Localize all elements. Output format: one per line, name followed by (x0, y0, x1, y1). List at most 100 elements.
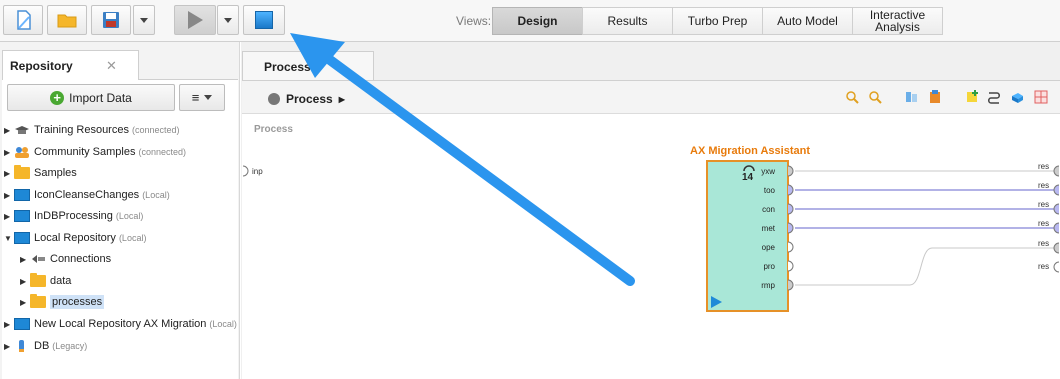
tree-item-status: (Local) (209, 319, 237, 329)
open-button[interactable] (47, 5, 87, 35)
tab-turbo-prep[interactable]: Turbo Prep (672, 7, 763, 35)
operator-output-ports[interactable] (787, 164, 797, 304)
process-tab[interactable]: Process (242, 51, 374, 81)
breadcrumb[interactable]: Process ▶ (268, 92, 345, 106)
tree-item-connections[interactable]: ▶ Connections (20, 250, 111, 268)
repository-menu-button[interactable]: ≡ (179, 84, 225, 111)
connections-layer (795, 170, 1054, 286)
operator-ax-migration-assistant[interactable]: 14 yxw too con met ope pro rmp (706, 160, 789, 312)
monitor-icon (14, 232, 30, 244)
play-icon (711, 296, 722, 308)
folder-icon (30, 294, 46, 308)
tree-item-status: (connected) (131, 125, 180, 135)
expand-arrow-icon[interactable]: ▶ (20, 298, 30, 307)
operator-title: AX Migration Assistant (690, 145, 810, 157)
operator-port-label: rmp (761, 281, 775, 290)
tree-item-status: (Local) (118, 233, 147, 243)
folder-icon (14, 165, 30, 179)
tree-item-data[interactable]: ▶ data (20, 272, 71, 290)
tree-item-status: (connected) (138, 147, 187, 157)
fit-icon[interactable] (904, 90, 918, 104)
operator-port-label: pro (763, 262, 775, 271)
tab-interactive-analysis[interactable]: Interactive Analysis (852, 7, 943, 35)
repository-tab-label: Repository (10, 59, 73, 73)
operator-port-label: yxw (761, 167, 775, 176)
save-dropdown-button[interactable] (133, 5, 155, 35)
tree-item-label: Local Repository (34, 232, 116, 244)
tree-item-db[interactable]: ▶ DB (Legacy) (4, 337, 87, 355)
tree-item-label: DB (34, 340, 50, 352)
result-port-label: res (1038, 239, 1050, 248)
stop-button[interactable] (243, 5, 285, 35)
operator-port-label: too (763, 186, 775, 195)
route-icon[interactable] (987, 90, 1001, 104)
add-note-icon[interactable] (965, 90, 979, 104)
operator-port-label: ope (761, 243, 775, 252)
tab-design[interactable]: Design (492, 7, 583, 35)
close-icon[interactable]: ✕ (106, 58, 117, 74)
monitor-icon (14, 210, 30, 222)
result-port-label: res (1038, 200, 1050, 209)
save-button[interactable] (91, 5, 131, 35)
main-toolbar: Views: Design Results Turbo Prep Auto Mo… (0, 0, 1060, 42)
result-ports[interactable] (1050, 164, 1060, 274)
tree-item-label: processes (50, 295, 105, 309)
process-header: Process ▶ (242, 80, 1060, 114)
result-port-label: res (1038, 219, 1050, 228)
collapse-arrow-icon[interactable]: ▼ (4, 234, 14, 243)
expand-arrow-icon[interactable]: ▶ (4, 191, 14, 200)
zoom-in-icon[interactable] (845, 90, 859, 104)
tree-item-new-local-repository[interactable]: ▶ New Local Repository AX Migration (Loc… (4, 315, 237, 333)
tree-item-community-samples[interactable]: ▶ Community Samples (connected) (4, 143, 186, 161)
db-icon (19, 340, 24, 352)
input-port[interactable] (242, 165, 250, 177)
import-data-button[interactable]: + Import Data (7, 84, 175, 111)
stop-icon (255, 11, 273, 29)
tab-auto-model[interactable]: Auto Model (762, 7, 853, 35)
tree-item-local-repository[interactable]: ▼ Local Repository (Local) (4, 229, 146, 247)
repository-panel: Repository ✕ + Import Data ≡ ▶ Training … (0, 42, 240, 379)
training-icon (15, 126, 29, 134)
tree-item-label: Community Samples (34, 146, 136, 158)
tree-item-label: data (50, 275, 72, 287)
process-panel: Process Process ▶ Process inp AX Migrati… (241, 42, 1060, 379)
operator-number: 14 (742, 172, 754, 183)
expand-arrow-icon[interactable]: ▶ (4, 126, 14, 135)
result-port-label: res (1038, 181, 1050, 190)
expand-arrow-icon[interactable]: ▶ (20, 255, 30, 264)
expand-arrow-icon[interactable]: ▶ (20, 277, 30, 286)
expand-arrow-icon[interactable]: ▶ (4, 212, 14, 221)
tree-item-label: Connections (50, 253, 112, 265)
tree-item-processes[interactable]: ▶ processes (20, 293, 105, 311)
save-icon (103, 12, 119, 28)
tab-results[interactable]: Results (582, 7, 673, 35)
tree-item-label: New Local Repository AX Migration (34, 318, 207, 330)
breakpoint-icon[interactable] (1010, 90, 1024, 104)
folder-icon (57, 14, 77, 28)
tree-item-training-resources[interactable]: ▶ Training Resources (connected) (4, 121, 180, 139)
chevron-down-icon (204, 95, 213, 100)
tree-item-samples[interactable]: ▶ Samples (4, 164, 77, 182)
new-process-button[interactable] (3, 5, 43, 35)
run-dropdown-button[interactable] (217, 5, 239, 35)
expand-arrow-icon[interactable]: ▶ (4, 148, 14, 157)
tree-item-iconcleansechanges[interactable]: ▶ IconCleanseChanges (Local) (4, 186, 170, 204)
process-icon (268, 93, 280, 105)
tree-item-label: Training Resources (34, 124, 129, 136)
expand-arrow-icon[interactable]: ▶ (4, 169, 14, 178)
chevron-right-icon: ▶ (338, 94, 345, 104)
expand-arrow-icon[interactable]: ▶ (4, 342, 14, 351)
menu-icon: ≡ (191, 90, 200, 105)
zoom-out-icon[interactable] (868, 90, 882, 104)
tree-item-indbprocessing[interactable]: ▶ InDBProcessing (Local) (4, 207, 143, 225)
connections-icon (32, 255, 45, 263)
grid-icon[interactable] (1034, 90, 1048, 104)
run-button[interactable] (174, 5, 216, 35)
auto-layout-icon[interactable] (928, 90, 942, 104)
tree-item-label: IconCleanseChanges (34, 189, 140, 201)
process-canvas[interactable]: Process inp AX Migration Assistant 14 yx… (242, 114, 1060, 379)
repository-tab[interactable]: Repository ✕ (2, 50, 139, 80)
breadcrumb-label: Process (286, 92, 333, 106)
tree-item-label: Samples (34, 167, 77, 179)
expand-arrow-icon[interactable]: ▶ (4, 320, 14, 329)
